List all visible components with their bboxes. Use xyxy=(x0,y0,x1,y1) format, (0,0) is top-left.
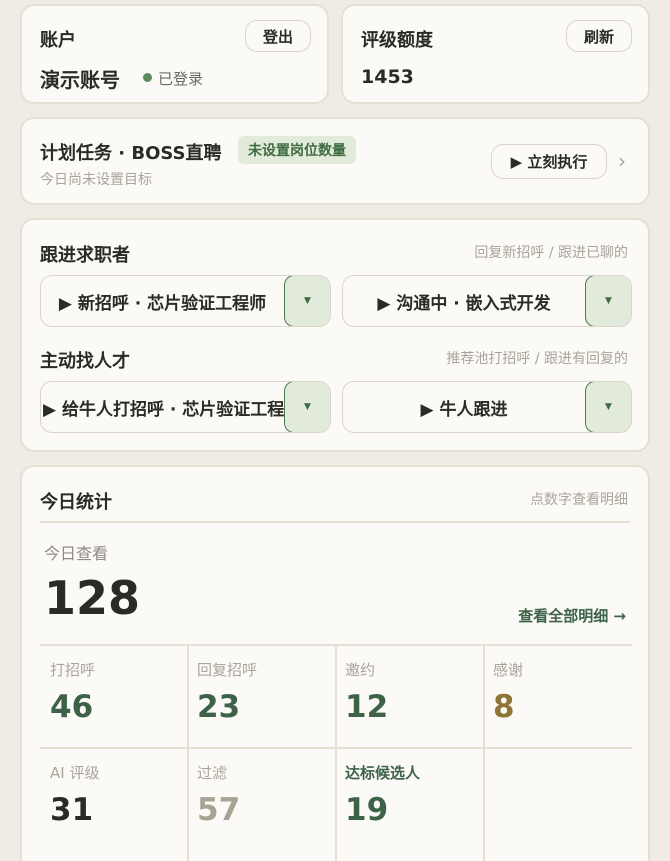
chevron-right-icon[interactable]: › xyxy=(618,149,626,173)
stat-greeting-replies[interactable]: 回复招呼 23 xyxy=(189,645,335,747)
stat-thanks[interactable]: 感谢 8 xyxy=(485,645,631,747)
account-card: 账户 登出 演示账号 已登录 xyxy=(20,4,329,104)
chatting-select-label: ▶ 沟通中 · 嵌入式开发 xyxy=(377,293,551,314)
stat-value[interactable]: 46 xyxy=(50,689,93,725)
refresh-button[interactable]: 刷新 xyxy=(566,20,632,52)
stat-value[interactable]: 57 xyxy=(197,792,240,828)
stat-ai-rating[interactable]: AI 评级 31 xyxy=(42,748,187,850)
logout-button[interactable]: 登出 xyxy=(245,20,311,52)
talent-followup-select[interactable]: ▶ 牛人跟进 ▼ xyxy=(342,381,632,433)
online-status-dot-icon xyxy=(143,73,152,82)
follow-hint: 回复新招呼 / 跟进已聊的 xyxy=(474,245,628,261)
talent-greeting-select[interactable]: ▶ 给牛人打招呼 · 芯片验证工程师 ▼ xyxy=(40,381,331,433)
caret-down-icon[interactable]: ▼ xyxy=(283,382,330,432)
stat-label: 回复招呼 xyxy=(197,661,258,679)
talent-greeting-select-label: ▶ 给牛人打招呼 · 芯片验证工程师 xyxy=(43,399,284,420)
talent-followup-select-label: ▶ 牛人跟进 xyxy=(420,399,508,420)
stat-value[interactable]: 12 xyxy=(345,689,388,725)
stat-label: 达标候选人 xyxy=(345,764,421,782)
divider xyxy=(40,521,630,523)
stat-qualified-candidates[interactable]: 达标候选人 19 xyxy=(337,748,483,850)
rating-card: 评级额度 刷新 1453 xyxy=(341,4,650,104)
stat-label: 打招呼 xyxy=(50,661,96,679)
view-all-details-link[interactable]: 查看全部明细 → xyxy=(518,605,626,626)
stat-value[interactable]: 8 xyxy=(493,689,515,725)
find-hint: 推荐池打招呼 / 跟进有回复的 xyxy=(446,351,628,367)
stats-title: 今日统计 xyxy=(40,492,112,513)
stat-filtered[interactable]: 过滤 57 xyxy=(189,748,335,850)
new-greeting-select-label: ▶ 新招呼 · 芯片验证工程师 xyxy=(58,293,267,314)
plan-title: 计划任务 · BOSS直聘 xyxy=(40,143,222,164)
stat-label: 邀约 xyxy=(345,661,376,679)
stat-label: AI 评级 xyxy=(50,764,100,782)
follow-title: 跟进求职者 xyxy=(40,245,130,266)
today-stats-card: 今日统计 点数字查看明细 今日查看 128 查看全部明细 → 打招呼 46 回复… xyxy=(20,465,650,861)
caret-down-icon[interactable]: ▼ xyxy=(283,276,330,326)
caret-down-icon[interactable]: ▼ xyxy=(584,276,631,326)
stat-value[interactable]: 19 xyxy=(345,792,388,828)
account-title: 账户 xyxy=(40,30,76,51)
views-value[interactable]: 128 xyxy=(44,571,140,625)
account-name: 演示账号 xyxy=(40,68,120,92)
plan-subtitle: 今日尚未设置目标 xyxy=(40,172,152,188)
stat-value[interactable]: 23 xyxy=(197,689,240,725)
stat-greetings[interactable]: 打招呼 46 xyxy=(42,645,187,747)
stat-label: 感谢 xyxy=(493,661,524,679)
rating-value: 1453 xyxy=(361,66,414,88)
caret-down-icon[interactable]: ▼ xyxy=(584,382,631,432)
find-title: 主动找人才 xyxy=(40,351,130,372)
stat-label: 过滤 xyxy=(197,764,228,782)
views-label: 今日查看 xyxy=(44,544,109,563)
run-now-button[interactable]: ▶ 立刻执行 xyxy=(491,144,607,179)
rating-title: 评级额度 xyxy=(361,30,433,51)
chatting-select[interactable]: ▶ 沟通中 · 嵌入式开发 ▼ xyxy=(342,275,632,327)
stat-value[interactable]: 31 xyxy=(50,792,93,828)
login-status: 已登录 xyxy=(158,70,204,88)
plan-task-card[interactable]: 计划任务 · BOSS直聘 未设置岗位数量 今日尚未设置目标 ▶ 立刻执行 › xyxy=(20,117,650,205)
stats-hint: 点数字查看明细 xyxy=(530,492,628,508)
new-greeting-select[interactable]: ▶ 新招呼 · 芯片验证工程师 ▼ xyxy=(40,275,331,327)
stat-invitations[interactable]: 邀约 12 xyxy=(337,645,483,747)
recruit-actions-card: 跟进求职者 回复新招呼 / 跟进已聊的 ▶ 新招呼 · 芯片验证工程师 ▼ ▶ … xyxy=(20,218,650,452)
plan-status-badge: 未设置岗位数量 xyxy=(238,136,356,164)
